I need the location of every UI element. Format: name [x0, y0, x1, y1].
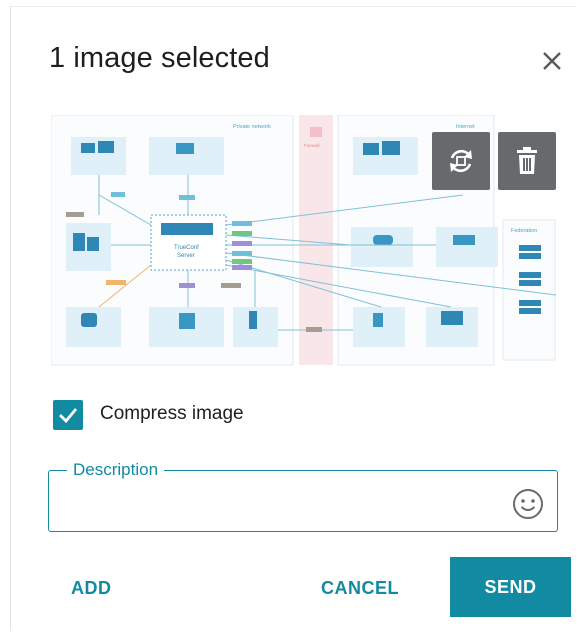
diagram-internet-label: Internet [456, 124, 475, 130]
diagram-server-label-2: Server [177, 253, 195, 259]
checkmark-icon [59, 408, 78, 424]
description-input[interactable] [63, 491, 507, 523]
diagram-firewall-label: Firewall [304, 143, 320, 148]
cancel-button[interactable]: CANCEL [321, 578, 399, 599]
diagram-private-network-label: Private network [233, 124, 271, 130]
trash-icon [517, 147, 537, 174]
compress-checkbox[interactable] [53, 400, 83, 430]
close-icon[interactable] [538, 47, 566, 75]
dialog-title: 1 image selected [49, 42, 270, 74]
compress-label[interactable]: Compress image [100, 403, 244, 425]
send-button[interactable]: SEND [450, 557, 571, 617]
rotate-icon [450, 149, 472, 173]
rotate-button[interactable] [432, 132, 490, 190]
add-button[interactable]: ADD [71, 578, 112, 599]
image-send-dialog: 1 image selected Private network Firewal… [10, 6, 576, 631]
diagram-federation-label: Federation [511, 228, 537, 234]
delete-button[interactable] [498, 132, 556, 190]
image-preview: Private network Firewall Internet Federa… [51, 115, 556, 370]
description-label: Description [67, 460, 165, 480]
emoji-icon[interactable] [511, 487, 545, 521]
diagram-server-label-1: TrueConf [174, 245, 199, 251]
